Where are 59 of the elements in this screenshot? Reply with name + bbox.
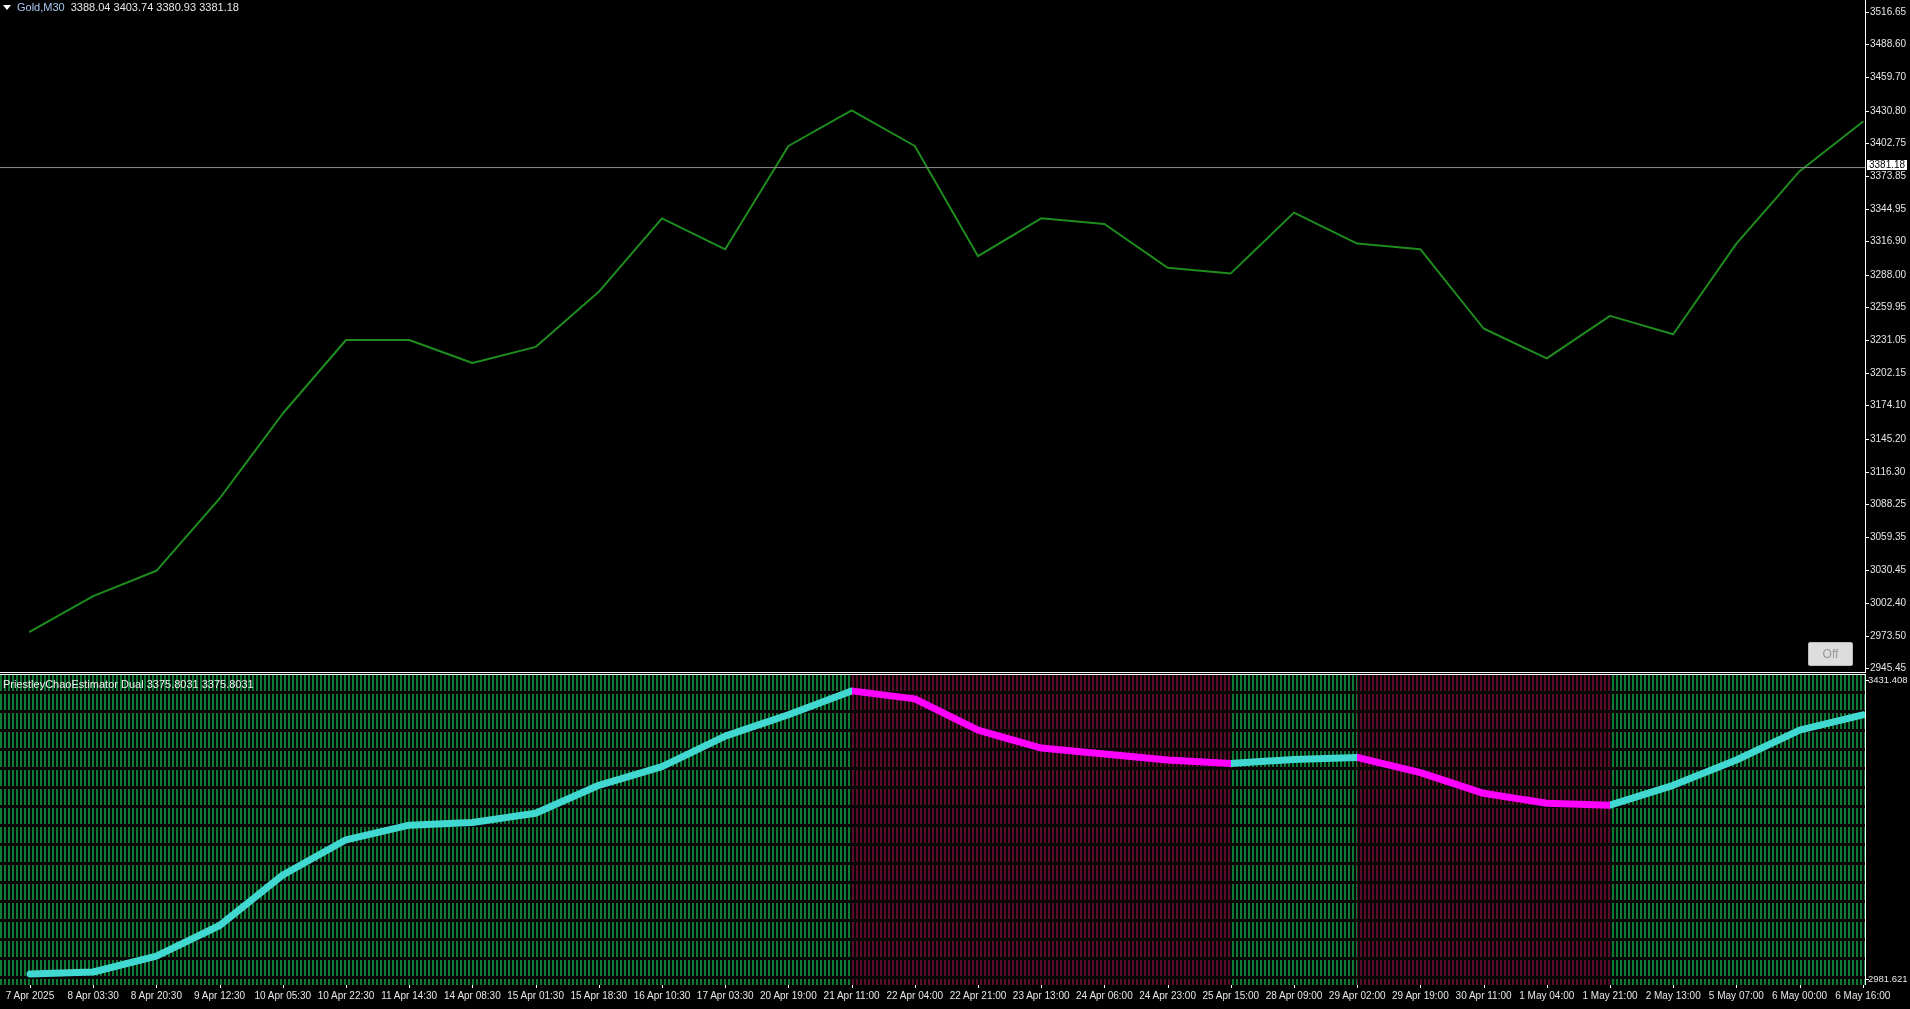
y-axis-label: 3459.70 — [1870, 71, 1907, 84]
y-axis-label: 3316.90 — [1870, 235, 1907, 248]
x-axis-label: 16 Apr 10:30 — [633, 989, 691, 1002]
x-axis-label: 15 Apr 18:30 — [570, 989, 628, 1002]
y-axis-label: 3088.25 — [1870, 497, 1907, 510]
x-axis-label: 21 Apr 11:00 — [823, 989, 880, 1002]
y-axis-label: 3030.45 — [1870, 564, 1907, 577]
y-axis-label: 3431.408 — [1868, 674, 1908, 686]
y-axis-label: 3344.95 — [1870, 203, 1907, 216]
y-axis-label: 3259.95 — [1870, 300, 1907, 313]
symbol-label: Gold,M30 — [17, 1, 65, 13]
y-axis-label: 3145.20 — [1870, 432, 1907, 445]
x-axis-label: 1 May 21:00 — [1582, 989, 1638, 1002]
x-axis-label: 25 Apr 15:00 — [1202, 989, 1260, 1002]
off-button[interactable]: Off — [1808, 642, 1853, 666]
x-axis-label: 10 Apr 05:30 — [254, 989, 312, 1002]
x-axis-label: 2 May 13:00 — [1645, 989, 1701, 1002]
x-axis-label: 22 Apr 04:00 — [886, 989, 944, 1002]
x-axis-label: 30 Apr 11:00 — [1455, 989, 1512, 1002]
y-axis-label: 2973.50 — [1870, 629, 1907, 642]
y-axis-label: 3202.15 — [1870, 367, 1907, 380]
x-axis-label: 8 Apr 03:30 — [67, 989, 119, 1002]
x-axis-label: 20 Apr 19:00 — [760, 989, 817, 1002]
ohlc-values: 3388.04 3403.74 3380.93 3381.18 — [70, 1, 239, 13]
y-axis-label: 2981.621 — [1868, 972, 1908, 985]
x-axis-label: 11 Apr 14:30 — [381, 989, 438, 1002]
indicator-label: PriestleyChaoEstimator Dual 3375.8031 3375.8031 — [3, 678, 254, 690]
bid-price-label: 3381.18 — [1867, 159, 1908, 170]
x-axis-label: 15 Apr 01:30 — [507, 989, 564, 1002]
x-axis-label: 5 May 07:00 — [1708, 989, 1764, 1002]
y-axis-label: 3516.65 — [1870, 6, 1907, 18]
x-axis-label: 1 May 04:00 — [1519, 989, 1575, 1002]
x-axis-label: 6 May 00:00 — [1772, 989, 1828, 1002]
y-axis-label: 3402.75 — [1870, 136, 1907, 149]
y-axis-label: 3002.40 — [1870, 596, 1907, 609]
x-axis-label: 28 Apr 09:00 — [1265, 989, 1323, 1002]
x-axis-label: 24 Apr 06:00 — [1076, 989, 1133, 1002]
x-axis-label: 23 Apr 13:00 — [1012, 989, 1070, 1002]
caret-icon[interactable] — [3, 4, 11, 10]
x-axis-label: 22 Apr 21:00 — [949, 989, 1007, 1002]
y-axis-label: 3059.35 — [1870, 531, 1907, 544]
x-axis-label: 10 Apr 22:30 — [317, 989, 375, 1002]
x-axis-label: 9 Apr 12:30 — [194, 989, 246, 1002]
x-axis-label: 29 Apr 19:00 — [1392, 989, 1449, 1002]
x-axis-label: 24 Apr 23:00 — [1139, 989, 1196, 1002]
y-axis-label: 3231.05 — [1870, 333, 1907, 346]
y-axis-label: 2945.45 — [1870, 661, 1907, 674]
y-axis-label: 3373.85 — [1870, 169, 1907, 182]
x-axis-label: 17 Apr 03:30 — [696, 989, 754, 1002]
y-axis-label: 3488.60 — [1870, 38, 1907, 51]
y-axis-label: 3174.10 — [1870, 399, 1907, 412]
y-axis-label: 3116.30 — [1870, 465, 1906, 478]
x-axis-label: 29 Apr 02:00 — [1328, 989, 1386, 1002]
x-axis-label: 7 Apr 2025 — [5, 989, 55, 1002]
x-axis-label: 8 Apr 20:30 — [130, 989, 182, 1002]
x-axis-label: 14 Apr 08:30 — [444, 989, 501, 1002]
x-axis-label: 6 May 16:00 — [1835, 989, 1891, 1002]
y-axis-label: 3288.00 — [1870, 268, 1907, 281]
y-axis-label: 3430.80 — [1870, 104, 1907, 117]
